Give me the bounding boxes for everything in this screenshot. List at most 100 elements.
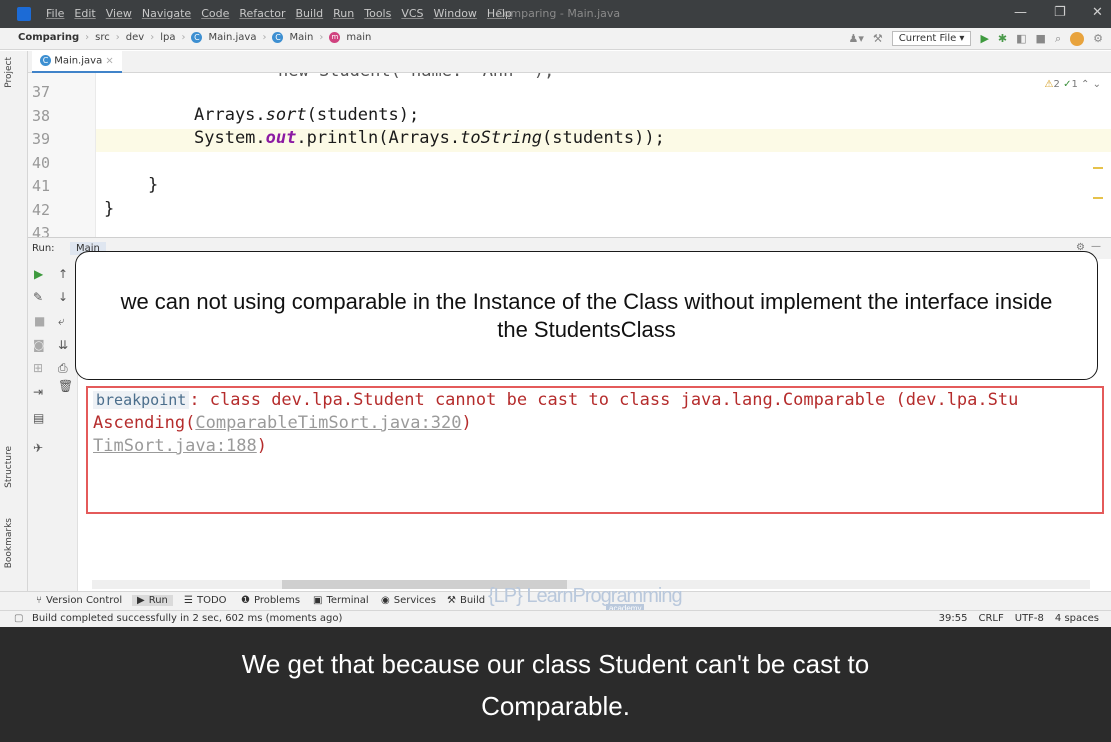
title-bar: File Edit View Navigate Code Refactor Bu… bbox=[0, 0, 1111, 28]
warning-count: 2 bbox=[1053, 79, 1060, 90]
menu-edit[interactable]: Edit bbox=[74, 7, 95, 20]
trash-icon[interactable]: 🗑 bbox=[58, 379, 73, 393]
code-editor[interactable]: 37 38 39 40 41 42 43 new Student( name: … bbox=[28, 73, 1111, 237]
tab-services[interactable]: ◉ Services bbox=[381, 595, 436, 606]
arrow-down-icon[interactable]: ↓ bbox=[58, 290, 68, 304]
window-title: Comparing - Main.java bbox=[496, 7, 621, 20]
close-tab-icon[interactable]: × bbox=[105, 56, 113, 67]
tab-problems[interactable]: ❶ Problems bbox=[241, 595, 300, 606]
run-icon: ▶ bbox=[137, 595, 145, 606]
debug-icon[interactable]: ✱ bbox=[998, 32, 1007, 45]
stop-icon[interactable]: ■ bbox=[1036, 32, 1046, 45]
pin-icon[interactable]: ✈ bbox=[33, 441, 43, 455]
line-number: 40 bbox=[32, 154, 51, 172]
line-number: 42 bbox=[32, 201, 51, 219]
chevron-right-icon: › bbox=[319, 32, 324, 43]
bookmarks-tool-button[interactable]: Bookmarks bbox=[4, 518, 14, 568]
menu-refactor[interactable]: Refactor bbox=[239, 7, 285, 20]
line-separator[interactable]: CRLF bbox=[978, 613, 1003, 624]
close-button[interactable]: ✕ bbox=[1092, 5, 1103, 20]
breadcrumb-project[interactable]: Comparing bbox=[18, 32, 79, 43]
exit-icon[interactable]: ⇥ bbox=[33, 385, 43, 399]
chevron-up-icon[interactable]: ⌃ bbox=[1081, 79, 1089, 90]
coverage-icon[interactable]: ◧ bbox=[1016, 32, 1026, 45]
settings-icon[interactable]: ⚙ bbox=[1093, 32, 1103, 45]
tab-run[interactable]: ▶ Run bbox=[132, 595, 173, 606]
search-icon[interactable]: ⌕ bbox=[1055, 32, 1061, 46]
menu-navigate[interactable]: Navigate bbox=[142, 7, 191, 20]
tab-build[interactable]: ⚒ Build bbox=[447, 595, 485, 606]
menu-file[interactable]: File bbox=[46, 7, 64, 20]
warning-stripe-mark[interactable] bbox=[1093, 197, 1103, 199]
restore-button[interactable]: ❐ bbox=[1054, 5, 1066, 20]
status-message[interactable]: Build completed successfully in 2 sec, 6… bbox=[32, 613, 342, 624]
chevron-down-icon[interactable]: ⌄ bbox=[1093, 79, 1101, 90]
print-icon[interactable]: ⎙ bbox=[58, 361, 68, 376]
inspection-widget[interactable]: ⚠2 ✓1 ⌃ ⌄ bbox=[1045, 79, 1101, 90]
file-encoding[interactable]: UTF-8 bbox=[1015, 613, 1044, 624]
tab-todo[interactable]: ☰ TODO bbox=[184, 595, 227, 606]
project-tool-button[interactable]: Project bbox=[4, 57, 14, 88]
breadcrumb-lpa[interactable]: lpa bbox=[160, 32, 175, 43]
menu-vcs[interactable]: VCS bbox=[401, 7, 423, 20]
run-configuration-select[interactable]: Current File ▾ bbox=[891, 31, 972, 46]
menu-tools[interactable]: Tools bbox=[364, 7, 391, 20]
scroll-to-end-icon[interactable]: ⇊ bbox=[58, 338, 68, 352]
breadcrumb-file[interactable]: Main.java bbox=[208, 32, 256, 43]
class-icon: C bbox=[191, 32, 203, 43]
status-toggle-icon[interactable]: ▢ bbox=[14, 613, 23, 624]
menu-build[interactable]: Build bbox=[296, 7, 324, 20]
soft-wrap-icon[interactable]: ⤶ bbox=[58, 314, 65, 329]
warning-stripe-mark[interactable] bbox=[1093, 167, 1103, 169]
stacktrace-link[interactable]: ComparableTimSort.java:320 bbox=[195, 413, 461, 433]
arrow-up-icon[interactable]: ↑ bbox=[58, 267, 68, 281]
breadcrumb-src[interactable]: src bbox=[95, 32, 110, 43]
line-gutter: 37 38 39 40 41 42 43 bbox=[28, 73, 96, 237]
breadcrumb-method[interactable]: main bbox=[346, 32, 371, 43]
breadcrumb-dev[interactable]: dev bbox=[126, 32, 144, 43]
menu-view[interactable]: View bbox=[106, 7, 132, 20]
caret-position[interactable]: 39:55 bbox=[939, 613, 968, 624]
warning-icon: ⚠ bbox=[1044, 79, 1054, 90]
stacktrace-link[interactable]: TimSort.java:188 bbox=[93, 436, 257, 456]
user-icon[interactable]: ♟▾ bbox=[849, 32, 864, 45]
menu-window[interactable]: Window bbox=[434, 7, 477, 20]
update-icon[interactable] bbox=[1070, 31, 1085, 46]
indent-setting[interactable]: 4 spaces bbox=[1055, 613, 1099, 624]
line-number: 39 bbox=[32, 130, 51, 148]
breadcrumb: Comparing › src › dev › lpa › C Main.jav… bbox=[18, 32, 371, 43]
chevron-right-icon: › bbox=[181, 32, 186, 43]
run-toolbar: ▶ ↑ ✎ ↓ ■ ⤶ ◙ ⇊ ⊞ ⎙ ⇥ 🗑 ▤ ✈ bbox=[28, 259, 78, 591]
chevron-right-icon: › bbox=[115, 32, 120, 43]
left-tool-stripe: Project Structure Bookmarks bbox=[0, 51, 28, 591]
run-icon[interactable]: ▶ bbox=[980, 32, 988, 45]
code-line-39: System.out.println(Arrays.toString(stude… bbox=[194, 128, 665, 148]
wrench-icon[interactable]: ✎ bbox=[33, 290, 43, 304]
layout-icon[interactable]: ▤ bbox=[33, 411, 44, 425]
tab-version-control[interactable]: ⑂ Version Control bbox=[36, 595, 122, 606]
breakpoint-badge[interactable]: breakpoint bbox=[93, 391, 190, 409]
hammer-icon[interactable]: ⚒ bbox=[873, 32, 883, 45]
minimize-button[interactable]: — bbox=[1014, 5, 1027, 20]
tab-terminal[interactable]: ▣ Terminal bbox=[313, 595, 369, 606]
version-control-icon: ⑂ bbox=[36, 595, 42, 606]
main-toolbar: ♟▾ ⚒ Current File ▾ ▶ ✱ ◧ ■ ⌕ ⚙ bbox=[849, 31, 1103, 46]
breadcrumb-class[interactable]: Main bbox=[289, 32, 313, 43]
main-menu: File Edit View Navigate Code Refactor Bu… bbox=[46, 7, 512, 20]
minimize-panel-icon[interactable]: — bbox=[1091, 241, 1101, 252]
restore-layout-icon[interactable]: ⊞ bbox=[33, 361, 43, 375]
camera-icon[interactable]: ◙ bbox=[33, 338, 45, 352]
code-line-41: } bbox=[148, 175, 159, 195]
tab-main-java[interactable]: C Main.java × bbox=[32, 51, 122, 73]
menu-code[interactable]: Code bbox=[201, 7, 229, 20]
services-icon: ◉ bbox=[381, 595, 390, 606]
chevron-right-icon: › bbox=[262, 32, 267, 43]
menu-run[interactable]: Run bbox=[333, 7, 354, 20]
line-number: 38 bbox=[32, 107, 51, 125]
stop-icon[interactable]: ■ bbox=[34, 314, 45, 328]
structure-tool-button[interactable]: Structure bbox=[4, 446, 14, 488]
rerun-icon[interactable]: ▶ bbox=[34, 267, 43, 281]
learnprogramming-watermark: {LP} LearnProgramming academy bbox=[488, 585, 683, 613]
ide-window: File Edit View Navigate Code Refactor Bu… bbox=[0, 0, 1111, 627]
tab-label: Main.java bbox=[54, 55, 103, 67]
